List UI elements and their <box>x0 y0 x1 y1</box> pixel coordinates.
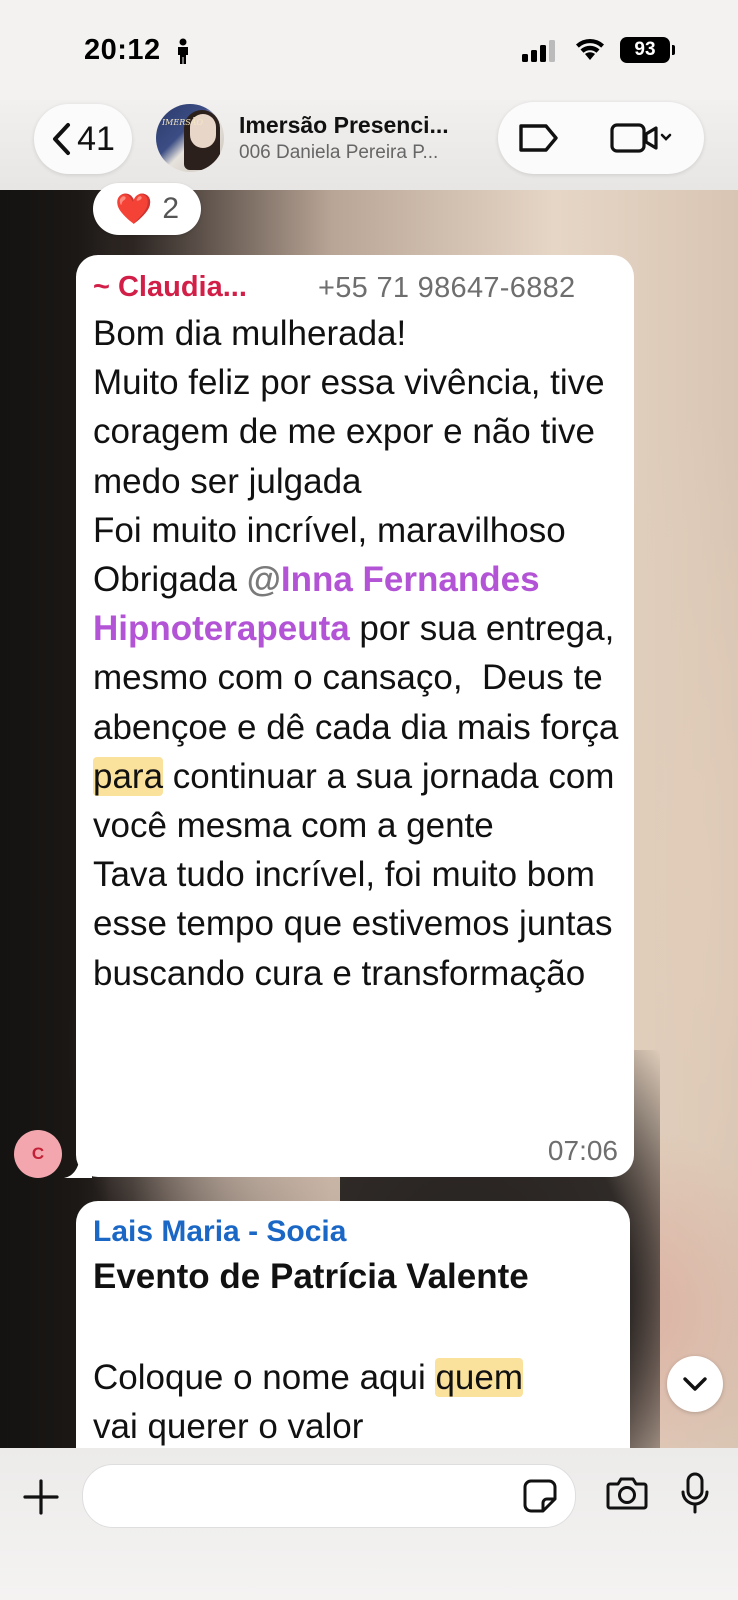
message-composer <box>0 1448 738 1600</box>
sticker-icon[interactable] <box>523 1479 557 1513</box>
chat-header: 41 IMERSÃO Imersão Presenci... 006 Danie… <box>0 100 738 190</box>
chat-subtitle[interactable]: 006 Daniela Pereira P... <box>239 142 438 164</box>
message-sender[interactable]: Lais Maria - Socia <box>93 1215 346 1249</box>
video-call-icon[interactable] <box>610 122 676 156</box>
highlighted-word: quem <box>435 1358 524 1397</box>
scroll-to-bottom-button[interactable] <box>667 1356 723 1412</box>
message-text: Bom dia mulherada! Muito feliz por essa … <box>93 314 629 993</box>
header-actions <box>498 102 704 174</box>
camera-icon[interactable] <box>606 1476 648 1510</box>
microphone-icon[interactable] <box>680 1472 710 1514</box>
plus-icon[interactable] <box>22 1478 60 1516</box>
back-button[interactable]: 41 <box>34 104 132 174</box>
wifi-icon <box>576 38 604 60</box>
message-time: 07:06 <box>547 1135 618 1166</box>
label-icon[interactable] <box>516 120 560 156</box>
message-input[interactable] <box>82 1464 576 1528</box>
status-bar: 20:12 93 <box>0 0 738 100</box>
group-avatar[interactable]: IMERSÃO <box>156 104 224 172</box>
message-title: Evento de Patrícia Valente <box>93 1257 529 1296</box>
sender-avatar[interactable]: C <box>14 1130 62 1178</box>
reaction-count: 2 <box>162 192 180 225</box>
chat-title[interactable]: Imersão Presenci... <box>239 112 449 139</box>
reaction-pill[interactable]: ❤️ 2 <box>93 183 201 235</box>
person-icon <box>178 38 188 64</box>
sender-phone[interactable]: +55 71 98647-6882 <box>318 272 575 305</box>
battery-indicator: 93 <box>620 37 670 63</box>
message-bubble[interactable]: ~ Claudia... +55 71 98647-6882 Bom dia m… <box>76 255 634 1177</box>
unread-count: 41 <box>77 119 115 158</box>
message-text: Coloque o nome aqui quem vai querer o va… <box>93 1358 524 1446</box>
message-sender[interactable]: ~ Claudia... <box>93 271 247 304</box>
heart-reaction-icon: ❤️ <box>114 192 153 226</box>
chevron-left-icon <box>53 123 71 155</box>
status-time: 20:12 <box>84 34 161 66</box>
chevron-down-icon <box>683 1377 707 1391</box>
signal-icon <box>522 40 555 62</box>
highlighted-word: para <box>93 756 164 796</box>
